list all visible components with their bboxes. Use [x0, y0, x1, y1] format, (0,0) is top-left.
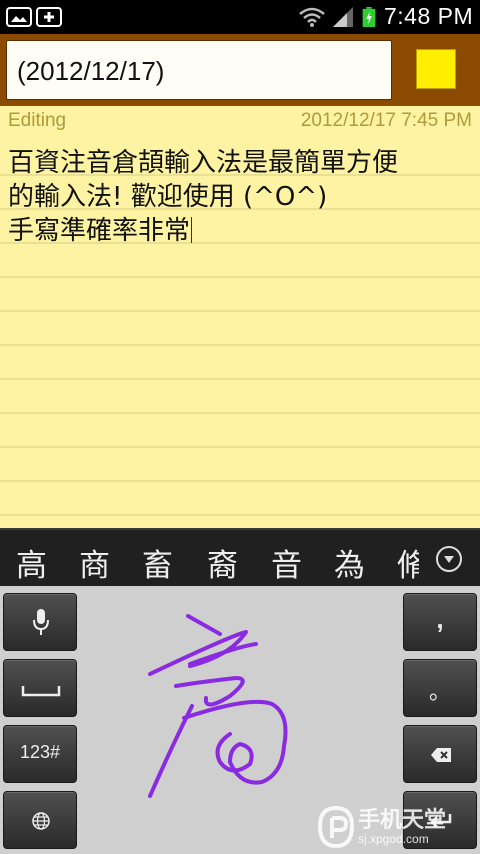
note-line: 的輸入法! 歡迎使用 (^O^)	[8, 182, 328, 212]
microphone-key[interactable]	[3, 593, 77, 651]
comma-key[interactable]: ,	[403, 593, 477, 651]
period-key[interactable]: 。	[403, 659, 477, 717]
status-clock: 7:48 PM	[384, 3, 474, 29]
watermark: 手机天堂 sj.xpgod.com	[316, 800, 480, 854]
space-key[interactable]	[3, 659, 77, 717]
watermark-title: 手机天堂	[358, 808, 447, 833]
note-editor[interactable]: Editing 2012/12/17 7:45 PM 百資注音倉頡輸入法是最簡單…	[0, 106, 480, 528]
candidate-item[interactable]: 為	[334, 540, 365, 585]
image-notification-icon	[6, 7, 32, 27]
language-key[interactable]	[3, 791, 77, 849]
language-icon	[32, 812, 50, 830]
edit-status-label: Editing	[8, 110, 67, 131]
note-line: 手寫準確率非常	[8, 216, 191, 246]
period-label: 。	[428, 679, 451, 704]
battery-charging-icon	[362, 7, 376, 27]
text-cursor	[191, 217, 193, 243]
backspace-key[interactable]	[403, 725, 477, 783]
candidate-item[interactable]: 商	[79, 540, 110, 585]
candidate-item[interactable]: 音	[271, 540, 302, 585]
candidate-item[interactable]: 脩	[397, 540, 419, 585]
watermark-subtitle: sj.xpgod.com	[358, 832, 429, 846]
note-line-last: 手寫準確率非常	[8, 214, 472, 248]
note-timestamp: 2012/12/17 7:45 PM	[300, 110, 472, 131]
note-line: 百資注音倉頡輸入法是最簡單方便	[8, 148, 399, 178]
microphone-icon	[33, 609, 49, 635]
candidate-bar: 高 商 畜 裔 音 為 脩	[0, 528, 480, 586]
note-color-button[interactable]	[416, 49, 456, 89]
backspace-icon	[431, 748, 451, 762]
space-bar-icon	[21, 686, 61, 697]
chevron-down-circle-icon[interactable]	[436, 546, 462, 572]
candidate-item[interactable]: 畜	[142, 540, 173, 585]
note-title-value: (2012/12/17)	[17, 56, 165, 86]
mode-switch-label: 123#	[19, 742, 61, 762]
add-notification-icon	[36, 7, 62, 27]
mode-switch-key[interactable]: 123#	[3, 725, 77, 783]
status-bar: 7:48 PM	[0, 0, 480, 34]
note-body[interactable]: 百資注音倉頡輸入法是最簡單方便 的輸入法! 歡迎使用 (^O^) 手寫準確率非常	[8, 146, 472, 248]
wifi-icon	[299, 7, 325, 27]
note-title-field[interactable]: (2012/12/17)	[6, 40, 392, 100]
signal-icon	[333, 7, 353, 27]
watermark-logo-icon	[318, 806, 354, 848]
note-header: (2012/12/17)	[0, 34, 480, 106]
candidate-item[interactable]: 高	[16, 540, 47, 585]
candidate-item[interactable]: 裔	[207, 540, 238, 585]
comma-label: ,	[436, 604, 444, 634]
